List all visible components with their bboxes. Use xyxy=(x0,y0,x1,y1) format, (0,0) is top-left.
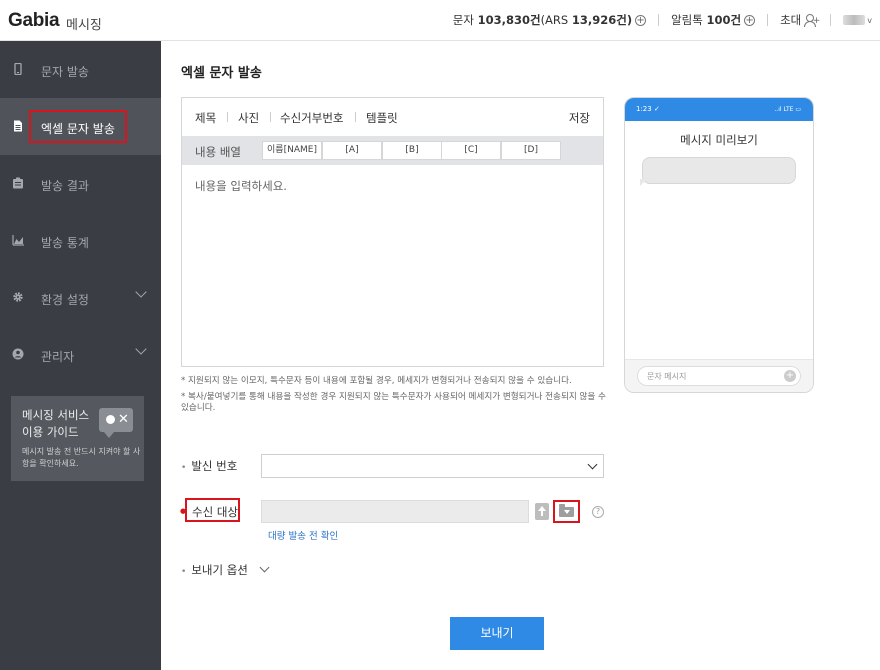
preview-message-input: 문자 메시지 + xyxy=(637,366,801,386)
guide-description: 메시지 발송 전 반드시 지켜야 할 사항을 확인하세요. xyxy=(22,447,141,468)
message-textarea[interactable]: 내용을 입력하세요. xyxy=(195,178,287,194)
message-preview-phone: 1:23 ✓ ..ıl LTE ▭ 메시지 미리보기 문자 메시지 + xyxy=(624,97,814,393)
header-divider xyxy=(658,14,660,26)
sidebar-item-label: 환경 설정 xyxy=(41,293,89,307)
highlight-box: 엑셀 문자 발송 xyxy=(29,110,127,143)
chevron-down-icon xyxy=(135,343,147,355)
file-open-button[interactable] xyxy=(553,500,580,523)
variable-name-button[interactable]: 이름[NAME] xyxy=(262,141,322,160)
toolbar-divider xyxy=(355,112,356,122)
chart-icon xyxy=(12,235,24,246)
sidebar-item-excel-sms[interactable]: 엑셀 문자 발송 xyxy=(0,98,161,155)
top-header: Gabia 메시징 문자 103,830건 (ARS 13,926건) + 알림톡… xyxy=(0,0,880,41)
clipboard-icon xyxy=(13,177,23,189)
send-button[interactable]: 보내기 xyxy=(450,617,544,650)
ars-label: (ARS xyxy=(540,13,569,27)
invite-user-icon[interactable]: + xyxy=(804,14,820,27)
recipient-label-highlight: 수신 대상 xyxy=(185,498,240,522)
phone-signal: ..ıl LTE ▭ xyxy=(774,106,801,113)
phone-status-bar: 1:23 ✓ ..ıl LTE ▭ xyxy=(625,98,813,121)
send-options-label[interactable]: • 보내기 옵션 xyxy=(181,562,248,578)
variable-b-button[interactable]: [B] xyxy=(382,141,442,160)
sender-number-select[interactable] xyxy=(261,454,604,478)
alimtalk-count: 100건 xyxy=(706,13,742,27)
editor-notes: * 지원되지 않는 이모지, 특수문자 등이 내용에 포함될 경우, 메세지가 … xyxy=(181,376,606,419)
plus-icon: + xyxy=(784,370,796,382)
chevron-down-icon xyxy=(135,286,147,298)
messaging-guide-banner[interactable]: 메시징 서비스 이용 가이드 ✕ 메시지 발송 전 반드시 지켜야 할 사항을 … xyxy=(11,396,144,481)
sidebar-item-statistics[interactable]: 발송 통계 xyxy=(0,212,161,269)
message-bubble xyxy=(642,157,796,184)
sender-label: • 발신 번호 xyxy=(181,459,238,473)
toolbar-divider xyxy=(227,112,228,122)
toolbar-divider xyxy=(270,112,271,122)
phone-time: 1:23 ✓ xyxy=(636,105,660,113)
chevron-down-icon xyxy=(587,459,598,470)
sidebar-item-label: 발송 결과 xyxy=(41,179,89,193)
sidebar-item-admin[interactable]: 관리자 xyxy=(0,326,161,383)
help-icon[interactable]: ? xyxy=(592,506,604,518)
account-avatar[interactable] xyxy=(843,15,866,25)
gabia-logo[interactable]: Gabia xyxy=(8,10,60,32)
alimtalk-label: 알림톡 xyxy=(671,13,703,27)
template-button[interactable]: 템플릿 xyxy=(366,110,398,126)
recipient-file-input[interactable] xyxy=(261,500,529,523)
gear-icon xyxy=(13,292,23,302)
chevron-down-icon[interactable]: v xyxy=(867,16,872,25)
upload-icon[interactable] xyxy=(535,503,549,520)
sidebar-item-label: 문자 발송 xyxy=(41,65,89,79)
sms-count: 103,830건 xyxy=(477,13,541,27)
photo-button[interactable]: 사진 xyxy=(238,110,259,126)
folder-icon xyxy=(559,504,574,517)
guide-title: 메시징 서비스 이용 가이드 xyxy=(22,408,90,439)
bulk-send-check-link[interactable]: 대량 발송 전 확인 xyxy=(268,528,338,542)
sms-label: 문자 xyxy=(452,13,474,27)
user-circle-icon xyxy=(12,348,24,360)
subject-button[interactable]: 제목 xyxy=(195,110,216,126)
logo-subtitle: 메시징 xyxy=(66,18,102,33)
recipient-label: 수신 대상 xyxy=(192,505,238,519)
document-icon xyxy=(14,120,22,132)
page-title: 엑셀 문자 발송 xyxy=(181,66,262,81)
variable-a-button[interactable]: [A] xyxy=(322,141,382,160)
variable-row: 내용 배열 이름[NAME] [A] [B] [C] [D] xyxy=(182,136,603,165)
add-alimtalk-icon[interactable]: + xyxy=(744,14,756,26)
variable-d-button[interactable]: [D] xyxy=(501,141,561,160)
save-button[interactable]: 저장 xyxy=(569,110,590,126)
phone-icon xyxy=(14,63,22,75)
chat-bubble-icon: ✕ xyxy=(99,408,133,438)
bubble-tail xyxy=(640,179,647,186)
sidebar-item-label: 엑셀 문자 발송 xyxy=(41,122,115,136)
sidebar-item-settings[interactable]: 환경 설정 xyxy=(0,269,161,326)
preview-input-placeholder: 문자 메시지 xyxy=(647,372,687,381)
reject-number-button[interactable]: 수신거부번호 xyxy=(280,110,343,126)
header-usage: 문자 103,830건 (ARS 13,926건) + 알림톡 100건 + 초대… xyxy=(453,12,872,28)
variables-label: 내용 배열 xyxy=(195,145,241,159)
preview-title: 메시지 미리보기 xyxy=(680,133,758,147)
chevron-down-icon[interactable] xyxy=(259,562,270,573)
sidebar-item-send-results[interactable]: 발송 결과 xyxy=(0,155,161,212)
phone-input-bar: 문자 메시지 + xyxy=(625,359,813,392)
header-divider xyxy=(830,14,832,26)
add-sms-icon[interactable]: + xyxy=(635,14,647,26)
editor-toolbar: 제목 사진 수신거부번호 템플릿 저장 xyxy=(182,98,603,136)
variable-c-button[interactable]: [C] xyxy=(441,141,501,160)
ars-count: 13,926건) xyxy=(571,13,633,27)
header-divider xyxy=(767,14,769,26)
message-editor: 제목 사진 수신거부번호 템플릿 저장 내용 배열 이름[NAME] [A] [… xyxy=(181,97,604,367)
sidebar-item-send-sms[interactable]: 문자 발송 xyxy=(0,41,161,98)
note-item: * 지원되지 않는 이모지, 특수문자 등이 내용에 포함될 경우, 메세지가 … xyxy=(181,376,572,386)
invite-label[interactable]: 초대 xyxy=(780,12,801,28)
note-item: * 복사/붙여넣기를 통해 내용을 작성한 경우 지원되지 않는 특수문자가 사… xyxy=(181,391,606,414)
sidebar-item-label: 발송 통계 xyxy=(41,236,89,250)
sidebar: 문자 발송 엑셀 문자 발송 발송 결과 발송 통계 환경 설정 관리자 메시징… xyxy=(0,41,161,670)
sidebar-item-label: 관리자 xyxy=(41,350,75,364)
